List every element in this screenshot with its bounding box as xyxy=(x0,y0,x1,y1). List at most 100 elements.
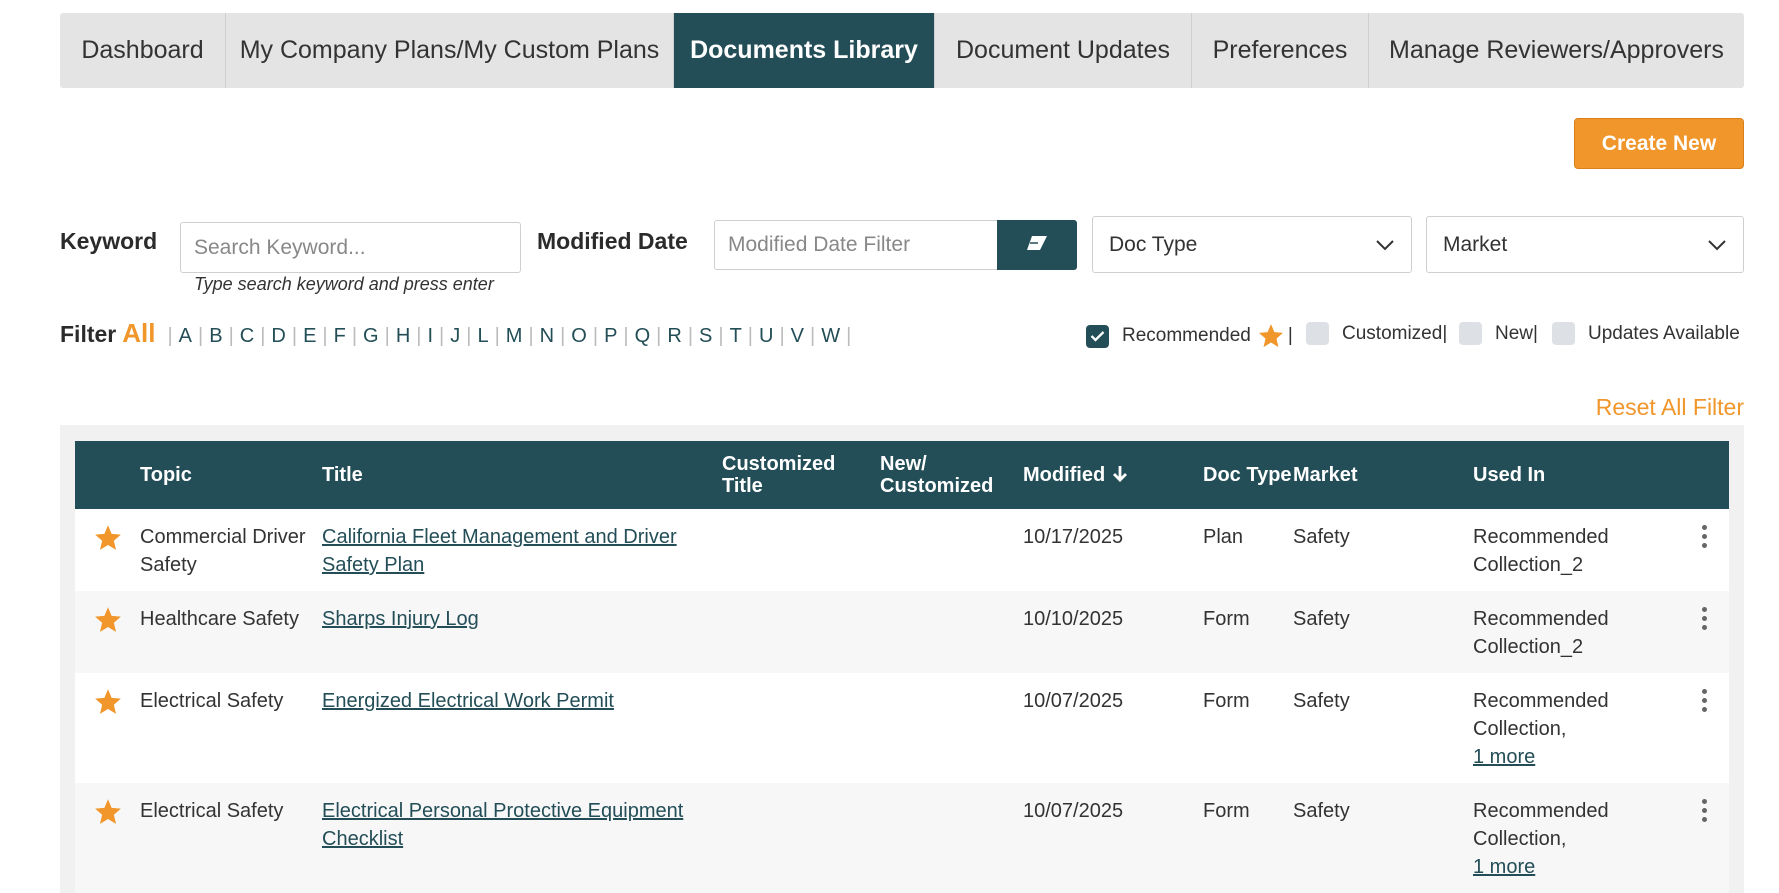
document-title-link[interactable]: Sharps Injury Log xyxy=(322,608,479,630)
customized-title-cell xyxy=(722,783,880,893)
used-in-header[interactable]: Used In xyxy=(1473,441,1633,509)
more-link[interactable]: 1 more xyxy=(1473,746,1535,768)
table-header-row: Topic Title Customized Title New/ Custom… xyxy=(75,441,1729,509)
filter-letter[interactable]: P xyxy=(604,325,617,348)
topic-header[interactable]: Topic xyxy=(140,441,322,509)
separator: | xyxy=(560,325,566,347)
filter-letter[interactable]: A xyxy=(179,325,192,348)
used-in-text: Recommended Collection, xyxy=(1473,690,1609,740)
market-cell: Safety xyxy=(1293,509,1473,591)
title-cell: Sharps Injury Log xyxy=(322,591,722,673)
document-title-link[interactable]: Energized Electrical Work Permit xyxy=(322,690,614,712)
table-row: Commercial Driver Safety California Flee… xyxy=(75,509,1729,591)
actions-cell xyxy=(1633,783,1729,893)
tab-preferences[interactable]: Preferences xyxy=(1192,13,1369,88)
document-title-link[interactable]: Electrical Personal Protective Equipment… xyxy=(322,800,683,850)
filter-letter[interactable]: T xyxy=(730,325,742,348)
filter-letter[interactable]: W xyxy=(821,325,840,348)
recommended-label: Recommended xyxy=(1122,325,1251,346)
more-options-icon[interactable] xyxy=(1699,605,1709,630)
reset-all-filter-link[interactable]: Reset All Filter xyxy=(1596,394,1744,421)
separator: | xyxy=(810,325,816,347)
doc-type-value: Doc Type xyxy=(1109,232,1198,256)
market-cell: Safety xyxy=(1293,591,1473,673)
filter-letter[interactable]: D xyxy=(271,325,285,348)
filter-letter[interactable]: B xyxy=(209,325,222,348)
document-title-link[interactable]: California Fleet Management and Driver S… xyxy=(322,526,677,576)
tab-my-company-plans[interactable]: My Company Plans/My Custom Plans xyxy=(226,13,674,88)
customized-checkbox[interactable] xyxy=(1306,322,1329,345)
title-header[interactable]: Title xyxy=(322,441,722,509)
filter-letter[interactable]: U xyxy=(759,325,773,348)
filter-letter[interactable]: I xyxy=(427,325,433,348)
filter-letter[interactable]: V xyxy=(791,325,804,348)
market-header[interactable]: Market xyxy=(1293,441,1473,509)
tab-documents-library[interactable]: Documents Library xyxy=(674,13,935,88)
actions-cell xyxy=(1633,591,1729,673)
filter-letter[interactable]: F xyxy=(334,325,346,348)
doc-type-select[interactable]: Doc Type xyxy=(1092,216,1412,273)
filter-letter[interactable]: J xyxy=(450,325,460,348)
filter-letter[interactable]: E xyxy=(303,325,316,348)
filter-letter[interactable]: R xyxy=(667,325,681,348)
separator: | xyxy=(416,325,422,347)
doc-type-cell: Form xyxy=(1203,783,1293,893)
create-new-button[interactable]: Create New xyxy=(1574,118,1744,169)
clear-date-button[interactable] xyxy=(997,220,1077,270)
tab-document-updates[interactable]: Document Updates xyxy=(935,13,1192,88)
tab-dashboard[interactable]: Dashboard xyxy=(60,13,226,88)
keyword-search-input[interactable] xyxy=(180,222,521,273)
separator: | xyxy=(592,325,599,347)
documents-table: Topic Title Customized Title New/ Custom… xyxy=(75,441,1729,893)
modified-date-input[interactable] xyxy=(714,220,999,270)
filter-letter[interactable]: C xyxy=(240,325,254,348)
market-select[interactable]: Market xyxy=(1426,216,1744,273)
separator: | xyxy=(167,325,173,347)
tab-manage-reviewers-approvers[interactable]: Manage Reviewers/Approvers xyxy=(1369,13,1744,88)
recommended-checkbox[interactable] xyxy=(1086,324,1109,348)
filter-letter[interactable]: G xyxy=(363,325,379,348)
star-icon xyxy=(94,689,121,714)
filter-letter[interactable]: N xyxy=(540,325,554,348)
table-row: Healthcare Safety Sharps Injury Log 10/1… xyxy=(75,591,1729,673)
doc-type-header[interactable]: Doc Type xyxy=(1203,441,1293,509)
modified-header[interactable]: Modified xyxy=(1023,441,1203,509)
customized-title-cell xyxy=(722,591,880,673)
title-cell: California Fleet Management and Driver S… xyxy=(322,509,722,591)
topic-cell: Electrical Safety xyxy=(140,673,322,783)
filter-letter[interactable]: O xyxy=(571,325,587,348)
more-options-icon[interactable] xyxy=(1699,523,1709,548)
more-options-icon[interactable] xyxy=(1699,797,1709,822)
separator: | xyxy=(198,325,204,347)
star-cell xyxy=(75,591,140,673)
filter-letter[interactable]: M xyxy=(506,325,523,348)
customized-title-header[interactable]: Customized Title xyxy=(722,441,880,509)
market-cell: Safety xyxy=(1293,673,1473,783)
customized-filter: Customized | xyxy=(1306,322,1447,345)
separator: | xyxy=(1287,325,1293,346)
filter-letter[interactable]: S xyxy=(699,325,712,348)
star-cell xyxy=(75,783,140,893)
filter-letter[interactable]: L xyxy=(477,325,488,348)
used-in-text: Recommended Collection_2 xyxy=(1473,526,1609,576)
new-checkbox[interactable] xyxy=(1459,322,1482,345)
topic-cell: Healthcare Safety xyxy=(140,591,322,673)
separator: | xyxy=(747,325,753,347)
keyword-hint: Type search keyword and press enter xyxy=(194,274,494,294)
more-options-icon[interactable] xyxy=(1699,687,1709,712)
filter-letter[interactable]: H xyxy=(396,325,410,348)
separator: | xyxy=(656,325,662,347)
actions-cell xyxy=(1633,509,1729,591)
new-customized-cell xyxy=(880,673,1023,783)
more-link[interactable]: 1 more xyxy=(1473,856,1535,878)
topic-cell: Commercial Driver Safety xyxy=(140,509,322,591)
star-cell xyxy=(75,673,140,783)
updates-available-checkbox[interactable] xyxy=(1552,322,1575,345)
doc-type-cell: Plan xyxy=(1203,509,1293,591)
filter-all[interactable]: All xyxy=(122,318,155,349)
new-customized-header[interactable]: New/ Customized xyxy=(880,441,1023,509)
used-in-text: Recommended Collection, xyxy=(1473,800,1609,850)
alphabet-filter: Filter All | A | B | C | D | E | F | G | H | I | … xyxy=(60,318,857,349)
filter-letter[interactable]: Q xyxy=(635,325,651,348)
main-tabs: Dashboard My Company Plans/My Custom Pla… xyxy=(60,13,1744,88)
